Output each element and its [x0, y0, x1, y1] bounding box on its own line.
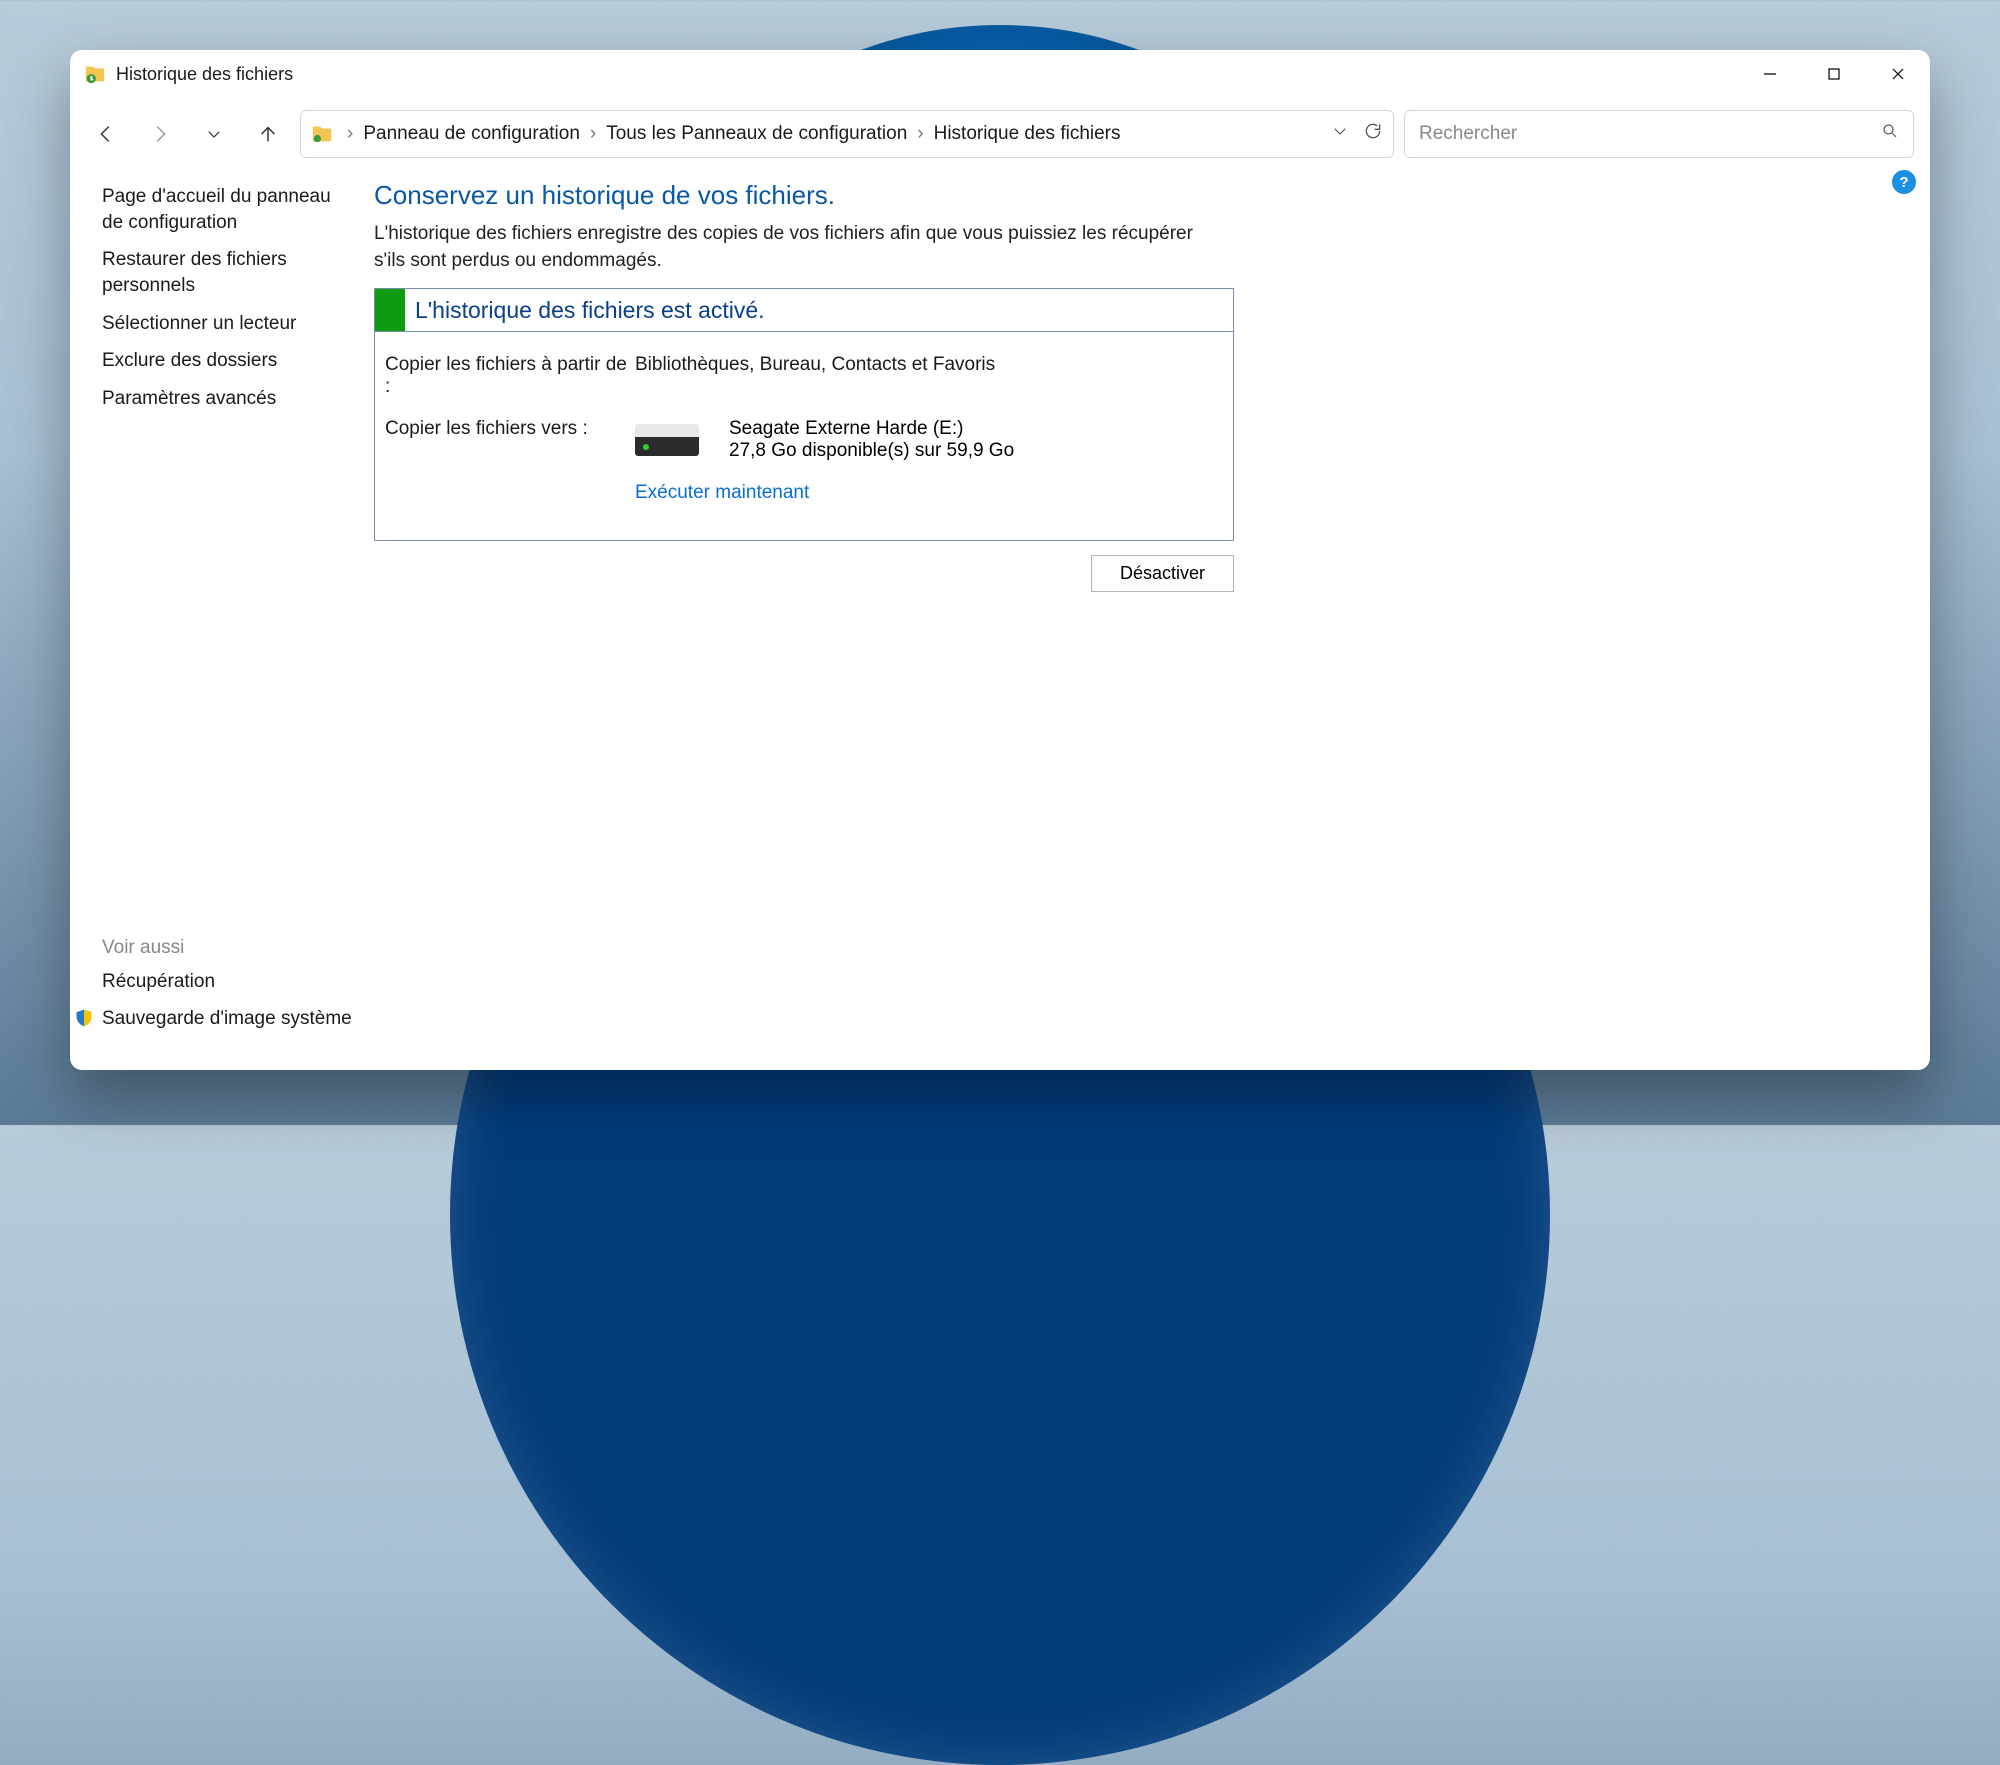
- copy-from-value: Bibliothèques, Bureau, Contacts et Favor…: [635, 354, 995, 398]
- chevron-right-icon: ›: [590, 123, 596, 145]
- destination-drive: Seagate Externe Harde (E:) 27,8 Go dispo…: [635, 418, 1014, 462]
- address-bar[interactable]: › Panneau de configuration › Tous les Pa…: [300, 110, 1394, 158]
- history-dropdown[interactable]: [192, 112, 236, 156]
- sidebar-link-restore[interactable]: Restaurer des fichiers personnels: [102, 247, 352, 298]
- chevron-right-icon: ›: [917, 123, 923, 145]
- content: Page d'accueil du panneau de configurati…: [70, 170, 1930, 1070]
- copy-to-label: Copier les fichiers vers :: [385, 418, 635, 462]
- see-also-heading: Voir aussi: [102, 937, 352, 959]
- run-now-link[interactable]: Exécuter maintenant: [635, 482, 809, 504]
- back-button[interactable]: [84, 112, 128, 156]
- sidebar-link-advanced[interactable]: Paramètres avancés: [102, 386, 352, 412]
- titlebar: Historique des fichiers: [70, 50, 1930, 98]
- forward-button[interactable]: [138, 112, 182, 156]
- status-header: L'historique des fichiers est activé.: [375, 289, 1233, 332]
- window-controls: [1738, 50, 1930, 98]
- refresh-icon[interactable]: [1363, 121, 1383, 147]
- shield-icon: [74, 1008, 94, 1028]
- sidebar-link-drive[interactable]: Sélectionner un lecteur: [102, 311, 352, 337]
- sidebar: Page d'accueil du panneau de configurati…: [70, 170, 370, 1070]
- minimize-button[interactable]: [1738, 50, 1802, 98]
- maximize-button[interactable]: [1802, 50, 1866, 98]
- search-input[interactable]: Rechercher: [1404, 110, 1914, 158]
- page-description: L'historique des fichiers enregistre des…: [374, 221, 1194, 274]
- nav-row: › Panneau de configuration › Tous les Pa…: [70, 98, 1930, 170]
- search-placeholder: Rechercher: [1419, 123, 1517, 145]
- see-also-image-backup[interactable]: Sauvegarde d'image système: [102, 1006, 352, 1032]
- see-also-recovery[interactable]: Récupération: [102, 969, 352, 995]
- status-flag-icon: [375, 289, 405, 331]
- window: Historique des fichiers › Panneau de con…: [70, 50, 1930, 1070]
- see-also-image-backup-label: Sauvegarde d'image système: [102, 1008, 352, 1029]
- status-card: L'historique des fichiers est activé. Co…: [374, 288, 1234, 541]
- crumb-all-items[interactable]: Tous les Panneaux de configuration: [606, 123, 907, 145]
- main: ? Conservez un historique de vos fichier…: [370, 170, 1930, 1070]
- crumb-file-history[interactable]: Historique des fichiers: [934, 123, 1121, 145]
- sidebar-link-home[interactable]: Page d'accueil du panneau de configurati…: [102, 184, 352, 235]
- drive-name: Seagate Externe Harde (E:): [729, 418, 1014, 440]
- sidebar-link-exclude[interactable]: Exclure des dossiers: [102, 348, 352, 374]
- page-title: Conservez un historique de vos fichiers.: [374, 180, 1890, 211]
- address-dropdown-icon[interactable]: [1331, 122, 1349, 146]
- search-icon: [1881, 122, 1899, 146]
- action-row: Désactiver: [374, 555, 1234, 592]
- copy-from-label: Copier les fichiers à partir de :: [385, 354, 635, 398]
- help-icon[interactable]: ?: [1892, 170, 1916, 194]
- chevron-right-icon: ›: [347, 123, 353, 145]
- file-history-icon: [84, 63, 106, 85]
- close-button[interactable]: [1866, 50, 1930, 98]
- up-button[interactable]: [246, 112, 290, 156]
- status-text: L'historique des fichiers est activé.: [405, 297, 765, 324]
- window-title: Historique des fichiers: [116, 64, 293, 85]
- crumb-control-panel[interactable]: Panneau de configuration: [363, 123, 580, 145]
- drive-space: 27,8 Go disponible(s) sur 59,9 Go: [729, 440, 1014, 462]
- hard-drive-icon: [635, 424, 699, 456]
- folder-icon: [311, 123, 333, 145]
- deactivate-button[interactable]: Désactiver: [1091, 555, 1234, 592]
